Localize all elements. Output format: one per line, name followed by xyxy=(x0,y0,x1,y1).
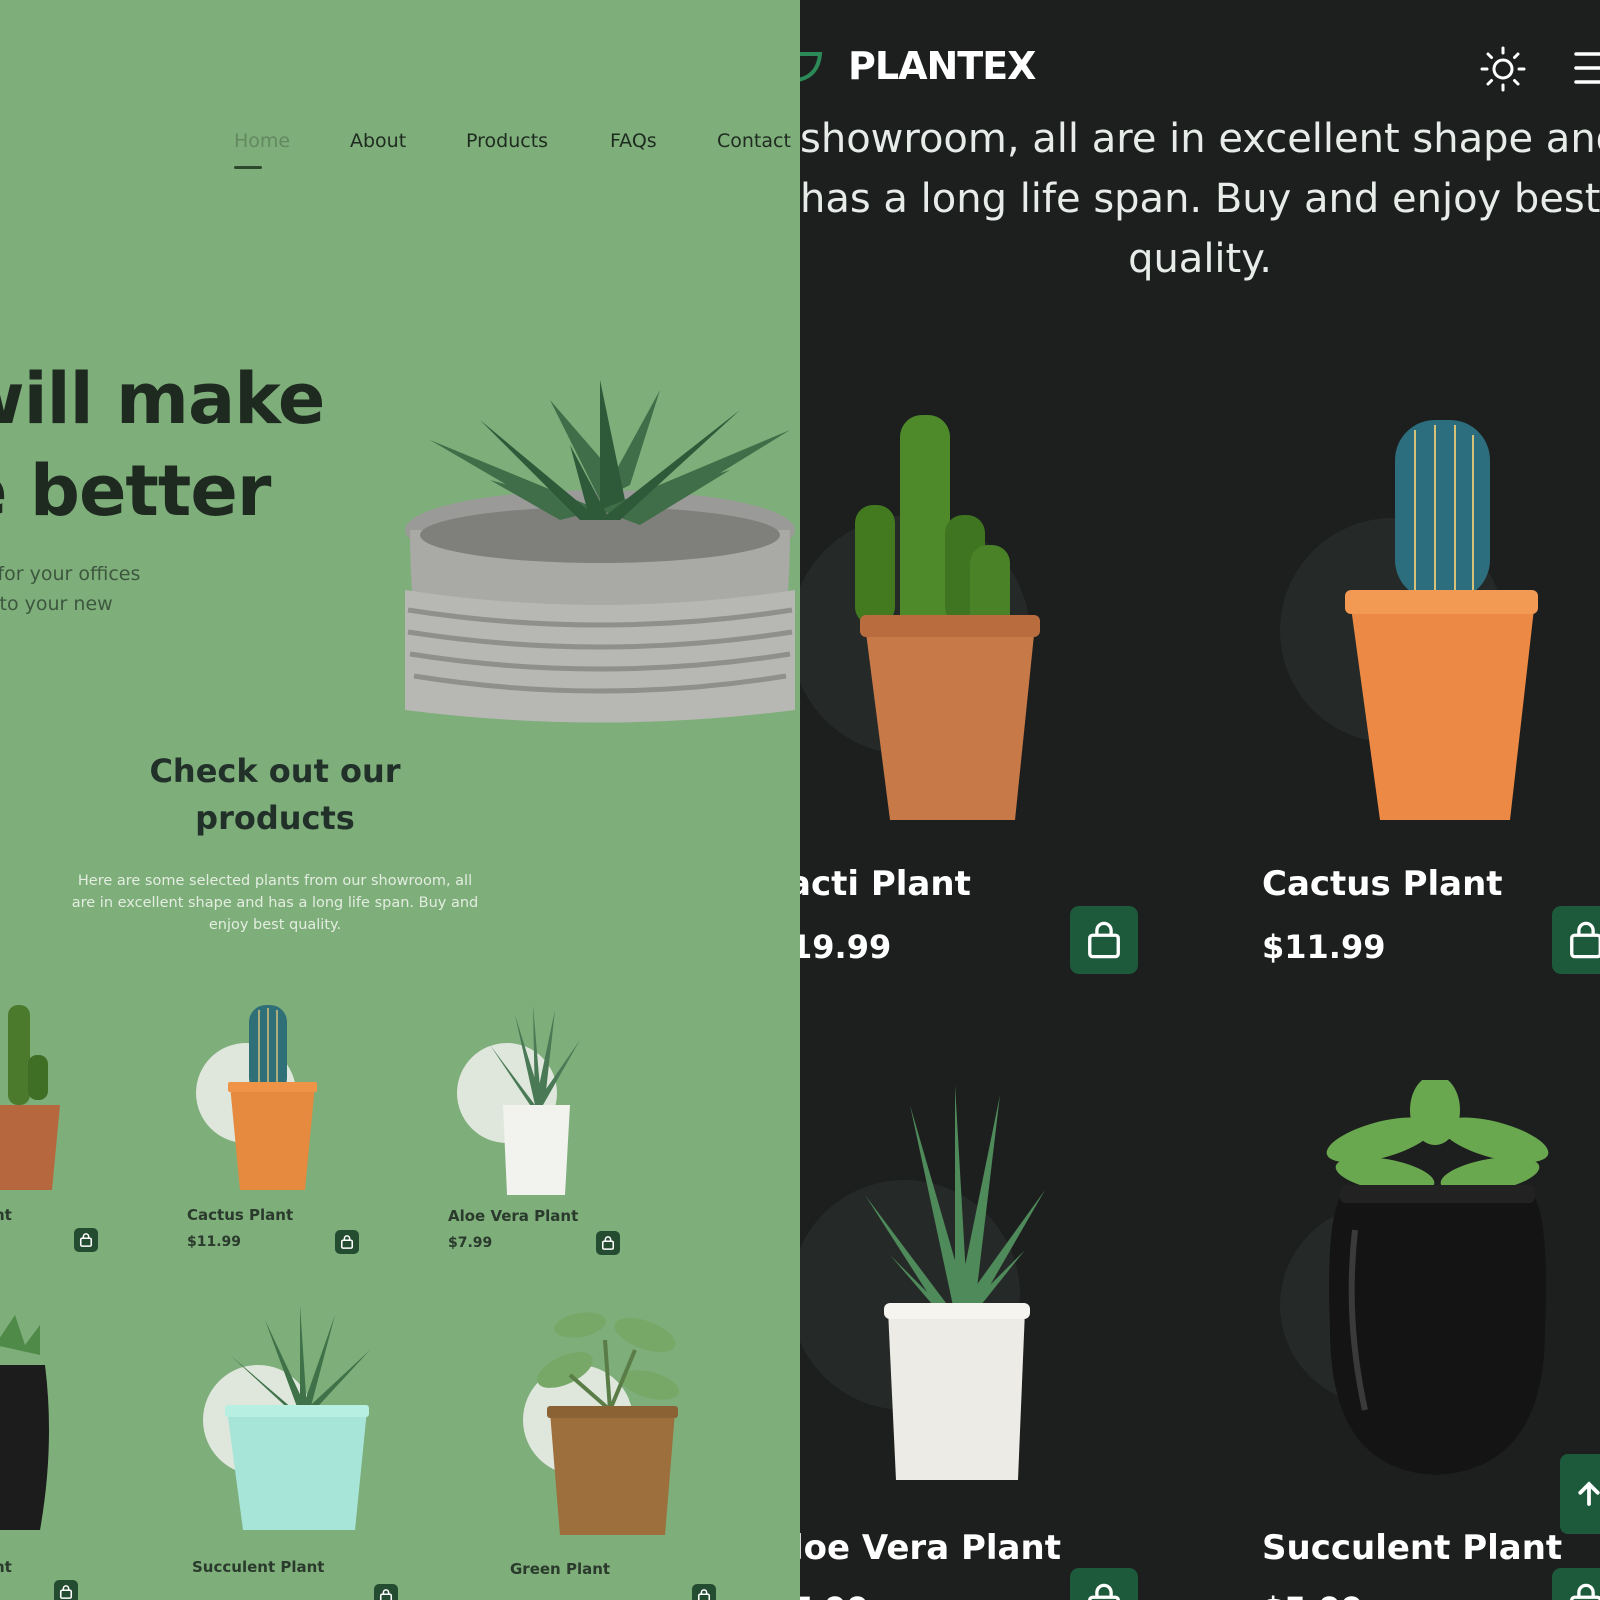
section-desc-line3: enjoy best quality. xyxy=(208,917,342,933)
scroll-to-top-button[interactable] xyxy=(1560,1454,1600,1534)
cactus-plant-image xyxy=(228,1005,317,1190)
product-name: Green Plant xyxy=(510,1560,611,1578)
shopping-bag-icon xyxy=(601,1236,615,1250)
add-to-cart-button[interactable] xyxy=(54,1580,78,1600)
hamburger-menu-icon[interactable] xyxy=(1572,48,1600,88)
add-to-cart-button[interactable] xyxy=(1552,1568,1600,1600)
shopping-bag-icon xyxy=(79,1233,93,1247)
mobile-dark-preview: PLANTEX showroom, all are in excellent s… xyxy=(800,0,1600,1600)
shopping-bag-icon xyxy=(1570,1583,1600,1600)
description-line2: has a long life span. Buy and enjoy best xyxy=(800,176,1600,222)
aloe-vera-plant-image xyxy=(865,1085,1045,1480)
leaf-logo-icon xyxy=(800,52,823,82)
hero-subtitle-line2: ess to your new xyxy=(0,593,113,615)
cactus-plant-image xyxy=(1345,420,1538,820)
product-price: $11.99 xyxy=(1262,928,1386,966)
product-price: $5.99 xyxy=(1262,1590,1363,1600)
description-line1: showroom, all are in excellent shape and xyxy=(800,116,1600,162)
hero-subtitle-line1: ign for your offices xyxy=(0,563,141,585)
add-to-cart-button[interactable] xyxy=(1070,1568,1138,1600)
active-nav-underline xyxy=(234,166,262,169)
product-name: nt xyxy=(0,1206,12,1224)
product-price: 7.99 xyxy=(800,1590,869,1600)
succulent-plant-image xyxy=(1326,1080,1549,1475)
add-to-cart-button[interactable] xyxy=(692,1584,716,1600)
nav-link-contact[interactable]: Contact xyxy=(717,130,791,152)
product-name: acti Plant xyxy=(800,864,971,904)
add-to-cart-button[interactable] xyxy=(1552,906,1600,974)
shopping-bag-icon xyxy=(340,1235,354,1249)
section-desc-line1: Here are some selected plants from our s… xyxy=(77,873,473,889)
shopping-bag-icon xyxy=(379,1589,393,1600)
desktop-light-preview: Home About Products FAQs Contact will ma… xyxy=(0,0,800,1600)
add-to-cart-button[interactable] xyxy=(335,1230,359,1254)
aloe-vera-plant-image xyxy=(490,1005,580,1195)
product-name: Cactus Plant xyxy=(1262,864,1503,904)
description-line3: quality. xyxy=(1128,236,1272,282)
hero-succulent-image xyxy=(405,380,795,723)
hero-title-line2: e better xyxy=(0,450,271,532)
add-to-cart-button[interactable] xyxy=(596,1231,620,1255)
add-to-cart-button[interactable] xyxy=(74,1228,98,1252)
sun-theme-toggle-icon[interactable] xyxy=(1480,46,1526,92)
shopping-bag-icon xyxy=(59,1585,73,1599)
section-title-line1: Check out our xyxy=(149,752,401,790)
shopping-bag-icon xyxy=(1088,1583,1120,1600)
product-name: Succulent Plant xyxy=(192,1558,325,1576)
main-nav: Home About Products FAQs Contact xyxy=(0,130,800,170)
brand-logo[interactable]: PLANTEX xyxy=(848,44,1036,88)
nav-link-about[interactable]: About xyxy=(350,130,406,152)
nav-link-products[interactable]: Products xyxy=(466,130,548,152)
products-section-title: Check out our products xyxy=(120,748,430,842)
section-desc-line2: are in excellent shape and has a long li… xyxy=(71,895,479,911)
cacti-plant-image xyxy=(0,1005,60,1190)
cacti-plant-image xyxy=(855,415,1040,820)
product-price: $7.99 xyxy=(448,1235,493,1251)
succulent-plant-image xyxy=(225,1305,370,1530)
products-section-desc: Here are some selected plants from our s… xyxy=(65,870,485,936)
shopping-bag-icon xyxy=(1088,921,1120,959)
succulent-plant-image xyxy=(0,1315,49,1530)
hero-title-line1: will make xyxy=(0,358,325,440)
add-to-cart-button[interactable] xyxy=(1070,906,1138,974)
product-name: loe Vera Plant xyxy=(800,1528,1061,1568)
nav-link-home[interactable]: Home xyxy=(234,130,290,152)
shopping-bag-icon xyxy=(1570,921,1600,959)
arrow-up-icon xyxy=(1578,1481,1600,1506)
product-price: 19.99 xyxy=(800,928,892,966)
product-name: Cactus Plant xyxy=(187,1206,294,1224)
product-name: Aloe Vera Plant xyxy=(448,1207,579,1225)
nav-link-faqs[interactable]: FAQs xyxy=(610,130,657,152)
shopping-bag-icon xyxy=(697,1589,711,1600)
product-name: Succulent Plant xyxy=(1262,1528,1563,1568)
add-to-cart-button[interactable] xyxy=(374,1584,398,1600)
product-name: nt xyxy=(0,1558,12,1576)
green-plant-image xyxy=(537,1312,680,1535)
product-price: $11.99 xyxy=(187,1234,242,1250)
section-title-line2: products xyxy=(195,799,355,837)
